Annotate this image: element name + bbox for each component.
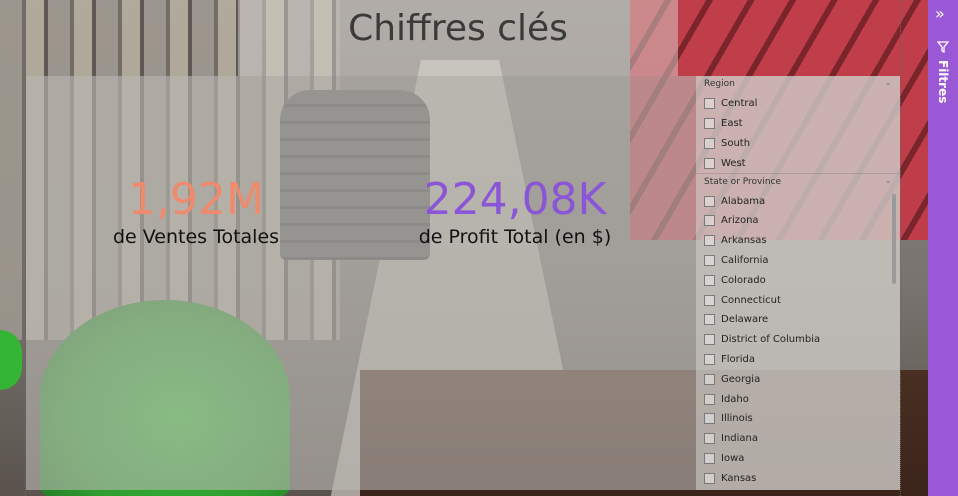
kpi-sales-value: 1,92M — [128, 174, 264, 225]
kpi-profit-label: de Profit Total (en $) — [418, 226, 612, 248]
funnel-icon — [936, 38, 950, 57]
slicer-item-label: Illinois — [721, 413, 753, 425]
slicer-item[interactable]: District of Columbia — [696, 330, 900, 350]
checkbox[interactable] — [704, 334, 715, 346]
slicer-item[interactable]: Illinois — [696, 409, 900, 429]
checkbox[interactable] — [704, 452, 715, 464]
checkbox[interactable] — [704, 235, 715, 247]
kpi-profit-value: 224,08K — [423, 174, 607, 225]
slicer-item-label: Colorado — [721, 274, 766, 286]
slicer-item[interactable]: Colorado — [696, 270, 900, 290]
slicer-item[interactable]: Delaware — [696, 310, 900, 330]
slicer-item-label: Delaware — [721, 314, 769, 326]
checkbox[interactable] — [704, 433, 715, 445]
slicer-scrollbar[interactable] — [892, 194, 896, 284]
slicer-item[interactable]: Arkansas — [696, 231, 900, 251]
slicer-header-region-label: Region — [704, 79, 735, 89]
slicer-item-label: East — [721, 118, 743, 130]
slicer-item-label: Alabama — [721, 195, 766, 207]
slicer-item[interactable]: Idaho — [696, 389, 900, 409]
slicer-item-label: Iowa — [721, 452, 745, 464]
slicer-header-state[interactable]: State or Province ⌄ — [696, 173, 900, 191]
slicer-item[interactable]: South — [696, 134, 900, 154]
checkbox[interactable] — [704, 254, 715, 266]
checkbox[interactable] — [704, 373, 715, 385]
slicer-item[interactable]: Central — [696, 94, 900, 114]
slicer-item-label: West — [721, 157, 746, 169]
slicer-item[interactable]: Connecticut — [696, 290, 900, 310]
slicer-item[interactable]: California — [696, 251, 900, 271]
slicer-item-label: South — [721, 137, 751, 149]
slicer-item-label: Central — [721, 98, 758, 110]
double-chevron-right-icon[interactable]: » — [935, 6, 945, 22]
region-list: Central East South West — [696, 94, 900, 173]
slicer-item[interactable]: Alabama — [696, 191, 900, 211]
checkbox[interactable] — [704, 314, 715, 326]
slicer-panel: Region ⌄ Central East South West State or P… — [696, 76, 900, 490]
checkbox[interactable] — [704, 215, 715, 227]
filters-pane-label: Filtres — [936, 60, 950, 104]
slicer-item[interactable]: Kansas — [696, 468, 900, 488]
checkbox[interactable] — [704, 137, 715, 149]
checkbox[interactable] — [704, 118, 715, 130]
slicer-item[interactable]: Arizona — [696, 211, 900, 231]
kpi-card-profit[interactable]: 224,08K de Profit Total (en $) — [390, 174, 640, 248]
slicer-item[interactable]: Iowa — [696, 449, 900, 469]
visual-border-right — [900, 0, 901, 496]
slicer-item-label: Indiana — [721, 433, 759, 445]
checkbox[interactable] — [704, 274, 715, 286]
slicer-item[interactable]: Florida — [696, 350, 900, 370]
slicer-header-state-label: State or Province — [704, 177, 782, 188]
slicer-item-label: Georgia — [721, 373, 761, 385]
checkbox[interactable] — [704, 195, 715, 207]
checkbox[interactable] — [704, 98, 715, 110]
checkbox[interactable] — [704, 157, 715, 169]
slicer-item-label: California — [721, 254, 769, 266]
checkbox[interactable] — [704, 472, 715, 484]
checkbox[interactable] — [704, 353, 715, 365]
slicer-item[interactable]: Indiana — [696, 429, 900, 449]
chevron-down-icon[interactable]: ⌄ — [884, 176, 892, 186]
slicer-item-label: Connecticut — [721, 294, 781, 306]
slicer-item-label: Arkansas — [721, 235, 767, 247]
checkbox[interactable] — [704, 393, 715, 405]
title-panel: Chiffres clés — [238, 0, 678, 76]
checkbox[interactable] — [704, 413, 715, 425]
slicer-item-label: Florida — [721, 353, 756, 365]
slicer-item[interactable]: West — [696, 153, 900, 173]
page-title: Chiffres clés — [348, 8, 568, 49]
kpi-sales-label: de Ventes Totales — [112, 226, 280, 248]
kpi-card-sales[interactable]: 1,92M de Ventes Totales — [86, 174, 306, 248]
slicer-item[interactable]: Georgia — [696, 369, 900, 389]
kpi-panel — [26, 76, 696, 490]
slicer-item-label: Idaho — [721, 393, 749, 405]
slicer-item-label: Arizona — [721, 215, 759, 227]
slicer-header-region[interactable]: Region ⌄ — [696, 76, 900, 94]
slicer-item-label: District of Columbia — [721, 334, 821, 346]
chevron-down-icon[interactable]: ⌄ — [884, 78, 892, 88]
checkbox[interactable] — [704, 294, 715, 306]
slicer-item-label: Kansas — [721, 472, 757, 484]
state-list: Alabama Arizona Arkansas California Colorado… — [696, 191, 900, 488]
filters-pane[interactable]: » Filtres — [928, 0, 958, 496]
slicer-item[interactable]: East — [696, 114, 900, 134]
